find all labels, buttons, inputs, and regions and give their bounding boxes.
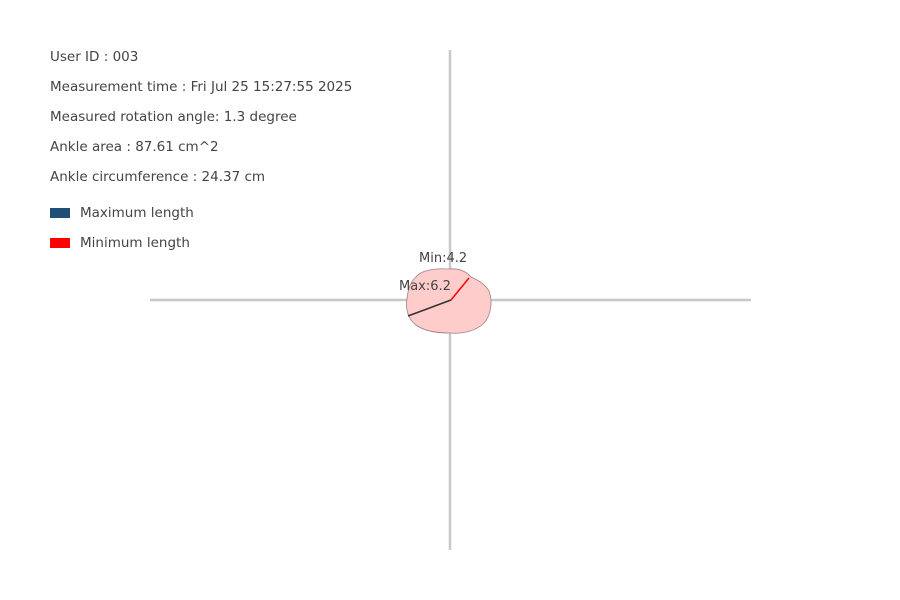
min-length-label: Min:4.2 [419,251,467,266]
max-length-label: Max:6.2 [399,279,451,294]
ankle-cross-section-plot: Min:4.2 Max:6.2 [150,50,751,550]
